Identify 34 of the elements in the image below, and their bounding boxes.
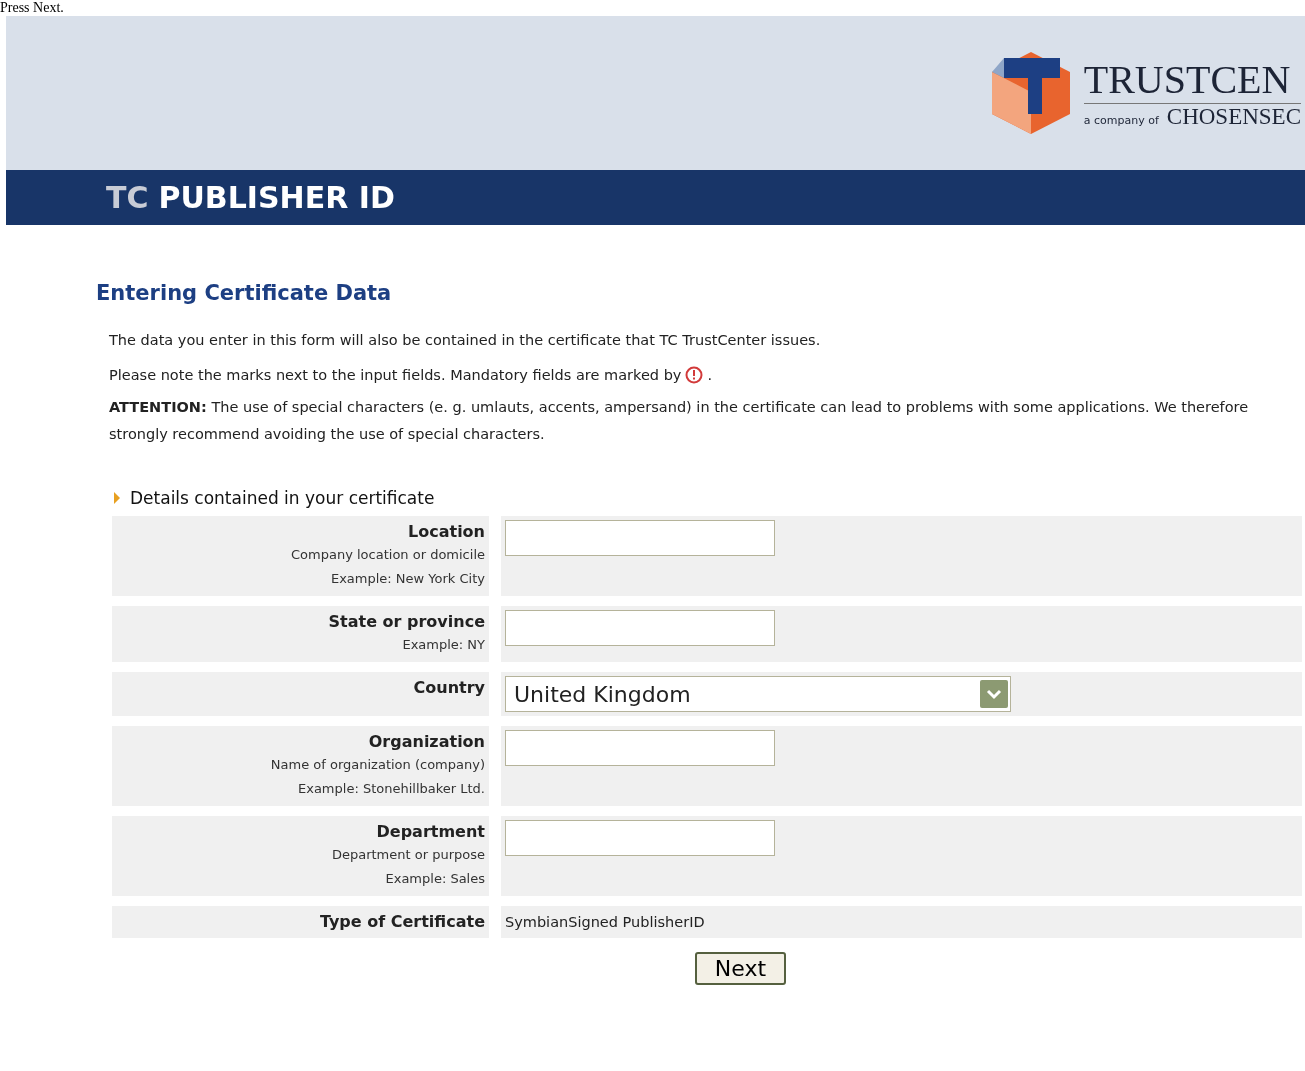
text-field[interactable] <box>505 520 775 556</box>
field-label: Organization <box>368 731 485 753</box>
field-hint: Example: New York City <box>330 570 485 588</box>
mandatory-note: Please note the marks next to the input fields. Mandatory fields are marked by <box>109 367 682 383</box>
attention-text: ATTENTION: The use of special characters (e. g. umlauts, accents, ampersand) in the certificate can lead to problems with some applications. We therefore strongly recommend avoiding the use of special characters. <box>109 398 1250 444</box>
field-hint: Example: Sales <box>385 870 485 888</box>
field-label: Country <box>413 677 485 699</box>
field-hint: Department or purpose <box>331 846 485 864</box>
field-hint: Name of organization (company) <box>270 756 485 774</box>
field-hint: Example: Stonehillbaker Ltd. <box>298 780 485 798</box>
field-label: State or province <box>328 611 485 633</box>
caption-text: Press Next. <box>0 0 65 16</box>
country-dropdown[interactable]: United Kingdom <box>505 676 1011 712</box>
triangle-bullet-icon <box>114 492 120 504</box>
field-label: Type of Certificate <box>319 911 485 933</box>
field-hint: Company location or domicile <box>291 546 485 564</box>
text-field[interactable] <box>505 730 775 766</box>
mandatory-icon <box>685 366 704 384</box>
field-label: Department <box>376 821 485 843</box>
page-title: Entering Certificate Data <box>96 281 393 305</box>
logo-parent-name: CHOSENSEC <box>1166 103 1301 130</box>
banner-prefix: TC <box>106 180 149 215</box>
next-button[interactable]: Next <box>694 952 787 985</box>
logo-title: TRUSTCEN <box>1083 56 1301 104</box>
section-title: Details contained in your certificate <box>130 488 435 508</box>
text-field[interactable] <box>505 610 775 646</box>
certificate-type: SymbianSigned PublisherID <box>505 914 705 930</box>
intro-text: The data you enter in this form will also be contained in the certificate that TC TrustCenter issues. <box>109 331 822 350</box>
banner-title: PUBLISHER ID <box>158 180 395 215</box>
field-label: Location <box>408 521 485 543</box>
note-period: . <box>707 367 713 383</box>
text-field[interactable] <box>505 820 775 856</box>
logo-tagline: a company of <box>1083 113 1159 127</box>
field-hint: Example: NY <box>402 636 485 654</box>
